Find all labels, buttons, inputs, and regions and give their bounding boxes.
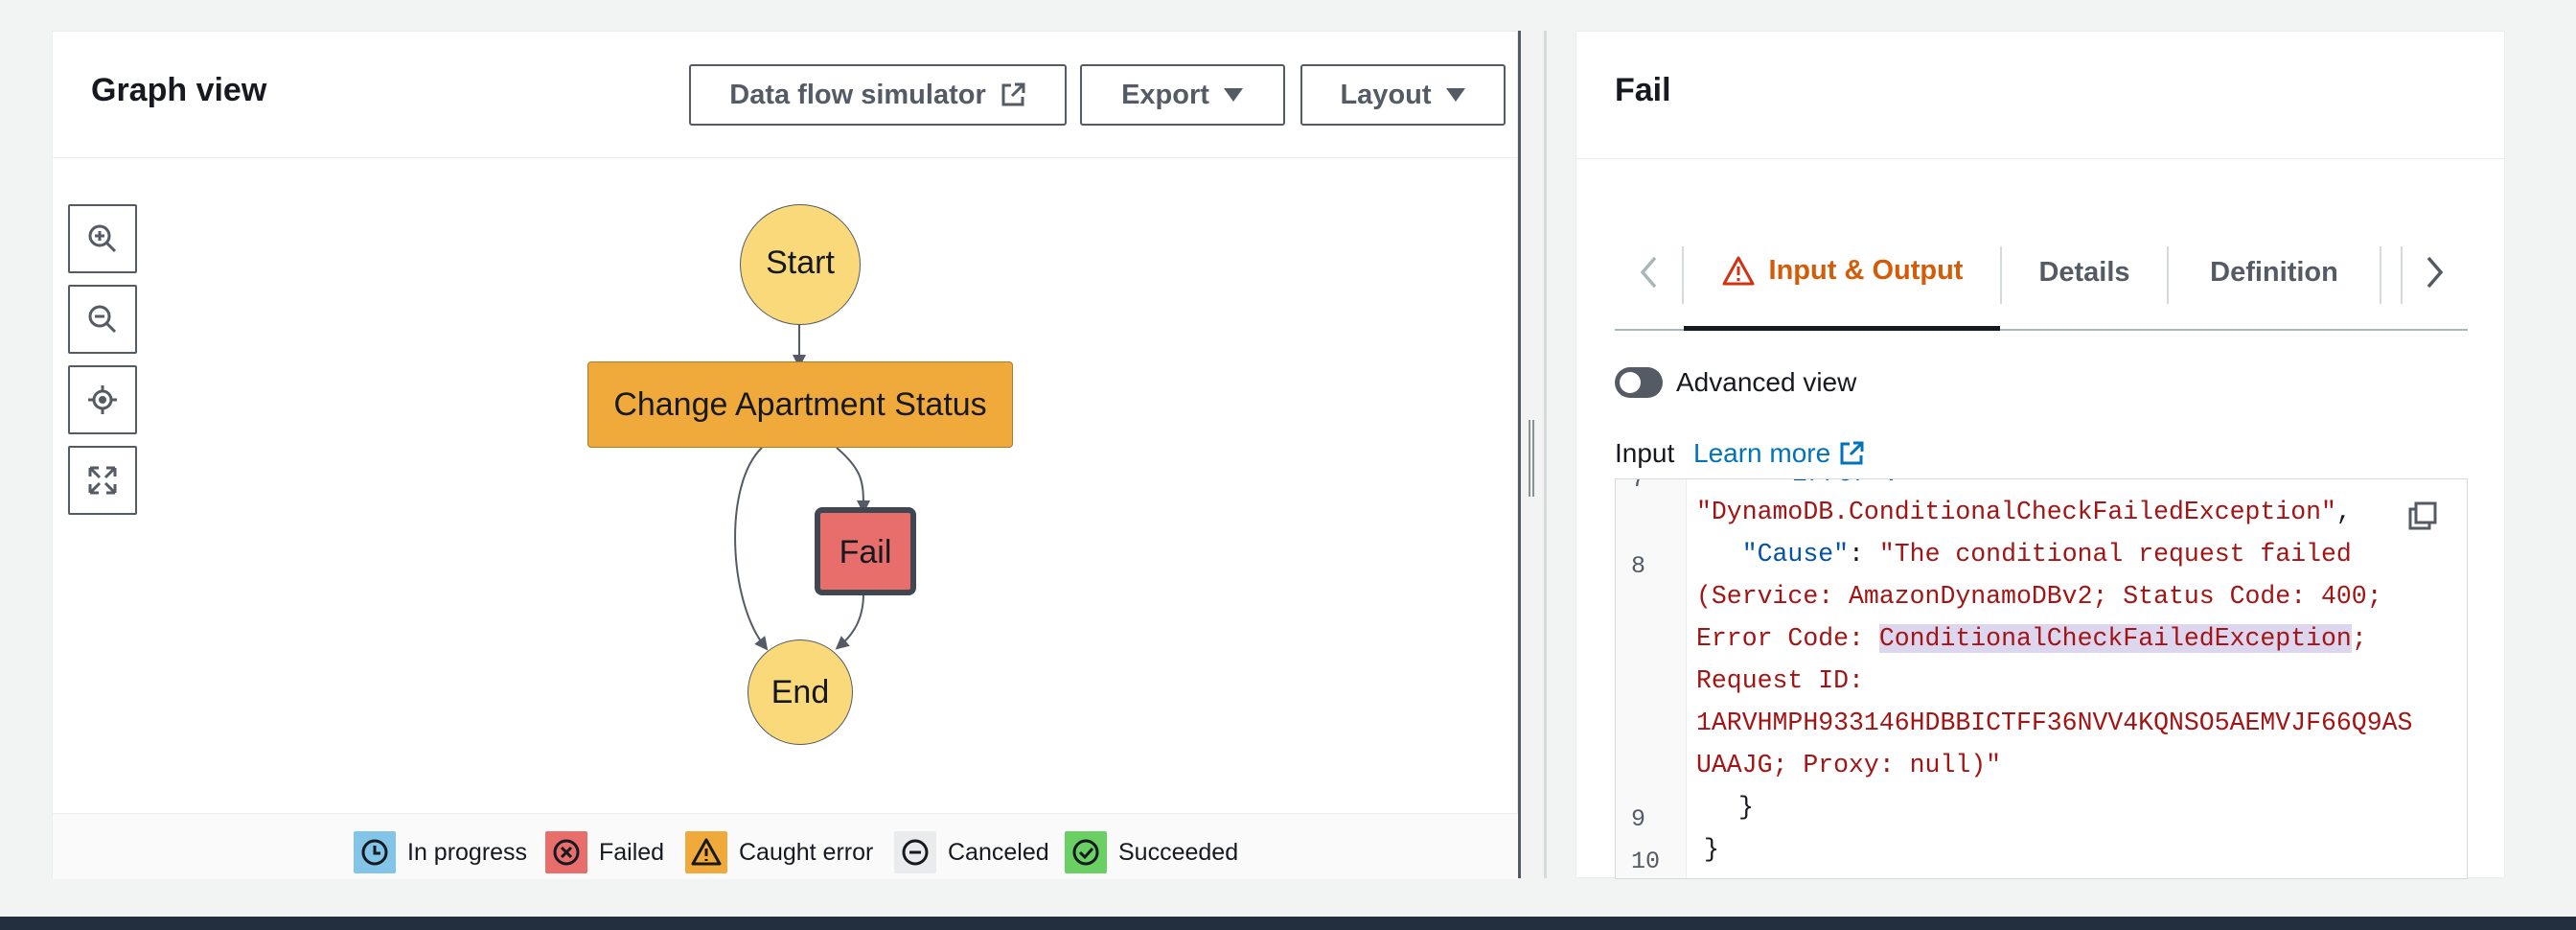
tab-definition-label: Definition <box>2210 256 2338 288</box>
graph-view-title: Graph view <box>91 72 267 108</box>
state-details-title: Fail <box>1615 72 1671 108</box>
warning-icon <box>1721 255 1756 288</box>
chevron-right-icon <box>2426 256 2444 289</box>
legend-succeeded-label: Succeeded <box>1118 838 1239 866</box>
legend-succeeded: Succeeded <box>1065 831 1238 873</box>
layout-label: Layout <box>1340 79 1432 110</box>
warning-icon <box>685 831 727 873</box>
copy-icon[interactable] <box>2407 500 2438 539</box>
graph-canvas[interactable]: Start Change Apartment Status Fail End <box>53 158 1519 844</box>
input-label: Input <box>1615 438 1675 468</box>
legend-canceled-label: Canceled <box>948 838 1049 866</box>
tab-separator <box>2380 246 2381 304</box>
legend-in-progress: In progress <box>354 831 527 873</box>
external-link-icon <box>1838 440 1865 467</box>
toggle-knob <box>1620 372 1641 393</box>
data-flow-simulator-button[interactable]: Data flow simulator <box>689 64 1067 126</box>
external-link-icon <box>1000 81 1026 108</box>
line-number: 7 <box>1631 478 1646 494</box>
legend-failed: Failed <box>545 831 664 873</box>
learn-more-link[interactable]: Learn more <box>1693 438 1865 469</box>
layout-dropdown-button[interactable]: Layout <box>1300 64 1506 126</box>
graph-view-header: Graph view Data flow simulator Export La… <box>53 32 1519 158</box>
advanced-view-label: Advanced view <box>1676 367 1857 397</box>
status-legend: In progress Failed Caught error Canceled… <box>53 813 1519 879</box>
check-circle-icon <box>1065 831 1107 873</box>
graph-view-panel: Graph view Data flow simulator Export La… <box>52 31 1519 879</box>
legend-in-progress-label: In progress <box>407 838 528 866</box>
footer-bar <box>0 917 2576 930</box>
legend-failed-label: Failed <box>599 838 665 866</box>
export-dropdown-button[interactable]: Export <box>1080 64 1285 126</box>
start-node-label: Start <box>766 244 835 281</box>
tab-definition[interactable]: Definition <box>2169 216 2380 329</box>
edge-change-to-end <box>734 447 769 651</box>
tabs-scroll-right-button[interactable] <box>2403 216 2468 329</box>
change-apartment-status-label: Change Apartment Status <box>613 386 987 423</box>
details-tabs: Input & Output Details Definition <box>1615 216 2468 331</box>
tabs-scroll-left-button[interactable] <box>1615 216 1682 329</box>
legend-caught-error-label: Caught error <box>739 838 874 866</box>
highlighted-text: ConditionalCheckFailedException <box>1878 624 2352 653</box>
state-details-panel: Fail Input & Output Details Definition A… <box>1576 31 2506 879</box>
data-flow-simulator-label: Data flow simulator <box>729 79 986 110</box>
code-line-cause-id: 1ARVHMPH933146HDBBICTFF36NVV4KQNSO5AEMVJ… <box>1696 709 2413 737</box>
tab-details-label: Details <box>2038 256 2130 288</box>
input-json-viewer[interactable]: 7 8 9 10 "Error": "DynamoDB.ConditionalC… <box>1615 478 2468 879</box>
line-number-gutter <box>1616 479 1687 878</box>
line-number: 10 <box>1631 848 1661 875</box>
end-node-label: End <box>770 674 830 710</box>
edge-fail-to-end <box>835 593 864 650</box>
advanced-view-toggle[interactable] <box>1615 367 1663 398</box>
minus-circle-icon <box>894 831 936 873</box>
code-line-cause-request: Request ID: <box>1696 666 1864 695</box>
x-circle-icon <box>545 831 587 873</box>
legend-canceled: Canceled <box>894 831 1049 873</box>
fail-node-label: Fail <box>839 534 892 570</box>
edge-change-to-fail <box>836 447 870 514</box>
tab-details[interactable]: Details <box>2002 216 2167 329</box>
chevron-left-icon <box>1640 256 1657 289</box>
code-line-error-value: "DynamoDB.ConditionalCheckFailedExceptio… <box>1696 498 2352 526</box>
code-line-cause-end: UAAJG; Proxy: null)" <box>1696 751 2002 779</box>
export-label: Export <box>1121 79 1209 110</box>
legend-caught-error: Caught error <box>685 831 873 873</box>
code-line-cause-cont: (Service: AmazonDynamoDBv2; Status Code:… <box>1696 582 2382 611</box>
line-number: 9 <box>1631 805 1646 833</box>
caret-down-icon <box>1223 87 1244 103</box>
splitter-grip-icon[interactable] <box>1529 420 1534 497</box>
clock-icon <box>354 831 396 873</box>
caret-down-icon <box>1445 87 1466 103</box>
code-line-close-brace: } <box>1704 835 1719 864</box>
tab-input-output[interactable]: Input & Output <box>1684 216 2000 331</box>
header-divider <box>1576 158 2506 159</box>
tab-input-output-label: Input & Output <box>1768 255 1964 286</box>
line-number: 8 <box>1631 552 1646 580</box>
code-line-close-brace: } <box>1738 793 1754 822</box>
learn-more-label: Learn more <box>1693 438 1831 468</box>
code-line-cause-error-code: Error Code: ConditionalCheckFailedExcept… <box>1696 624 2367 653</box>
code-line-cause: "Cause": "The conditional request failed <box>1741 540 2352 569</box>
